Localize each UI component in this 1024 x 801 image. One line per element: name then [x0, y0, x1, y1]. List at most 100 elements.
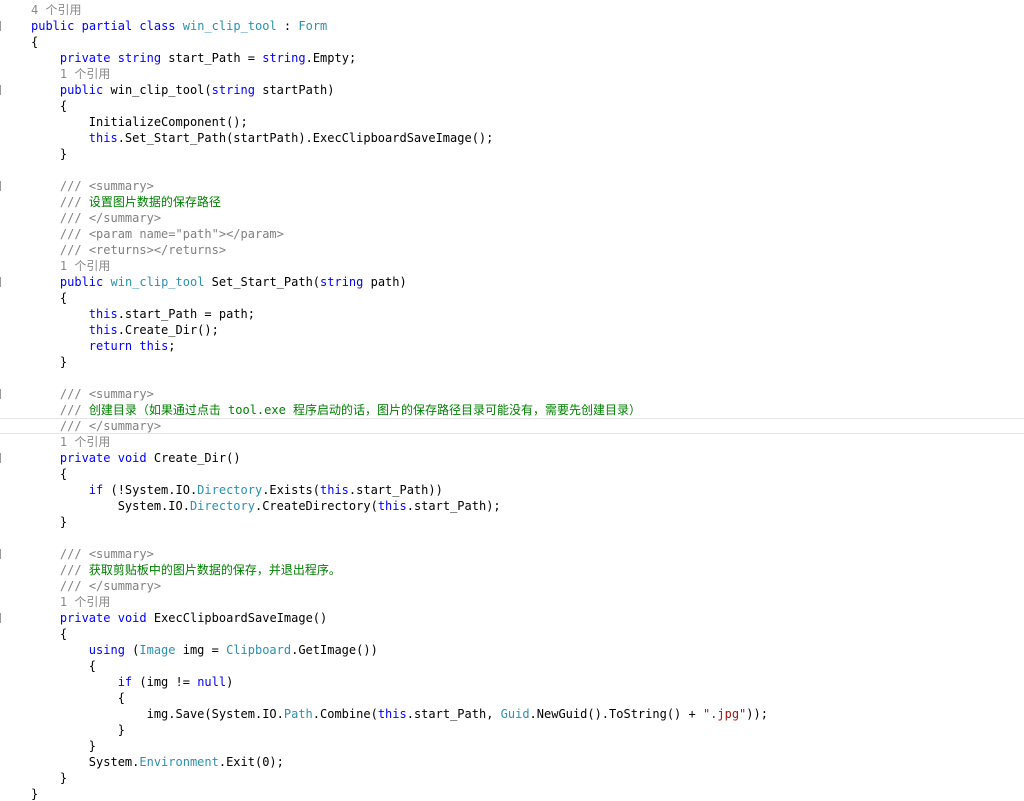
code-text: .Empty; [305, 51, 357, 65]
comment-line[interactable]: /// <summary> [0, 178, 1024, 194]
reference-count-link[interactable]: 1 个引用 [60, 67, 110, 81]
fold-marker-icon[interactable] [0, 453, 1, 463]
code-line[interactable]: } [0, 146, 1024, 162]
reference-count-link[interactable]: 1 个引用 [60, 595, 110, 609]
code-line[interactable]: { [0, 34, 1024, 50]
fold-marker-icon[interactable] [0, 21, 1, 31]
code-text: InitializeComponent(); [31, 115, 248, 129]
code-line[interactable]: img.Save(System.IO.Path.Combine(this.sta… [0, 706, 1024, 722]
code-line[interactable]: if (img != null) [0, 674, 1024, 690]
keyword-token: if [88, 483, 104, 497]
comment-line[interactable]: /// <param name="path"></param> [0, 226, 1024, 242]
code-line[interactable]: { [0, 98, 1024, 114]
fold-marker-icon[interactable] [0, 389, 1, 399]
code-line[interactable]: } [0, 770, 1024, 786]
code-line[interactable]: { [0, 466, 1024, 482]
code-line[interactable]: return this; [0, 338, 1024, 354]
code-text: } [31, 787, 39, 801]
comment-line[interactable]: /// 设置图片数据的保存路径 [0, 194, 1024, 210]
code-editor[interactable]: 4 个引用 public partial class win_clip_tool … [0, 0, 1024, 801]
code-line[interactable]: private void Create_Dir() [0, 450, 1024, 466]
fold-marker-icon[interactable] [0, 181, 1, 191]
line-content: /// 创建目录（如果通过点击 tool.exe 程序启动的话，图片的保存路径目… [31, 402, 641, 418]
code-line[interactable]: { [0, 658, 1024, 674]
reference-count-link[interactable]: 4 个引用 [31, 3, 81, 17]
code-line[interactable]: { [0, 690, 1024, 706]
type-token: Environment [139, 755, 219, 769]
code-line[interactable]: } [0, 354, 1024, 370]
codelens-line[interactable]: 4 个引用 [0, 2, 1024, 18]
comment-line[interactable]: /// 获取剪贴板中的图片数据的保存，并退出程序。 [0, 562, 1024, 578]
codelens-line[interactable]: 1 个引用 [0, 258, 1024, 274]
code-text: (img != [132, 675, 198, 689]
fold-marker-icon[interactable] [0, 549, 1, 559]
code-text: { [31, 291, 68, 305]
comment-line[interactable]: /// </summary> [0, 418, 1024, 434]
code-text: ( [124, 643, 140, 657]
code-line[interactable]: { [0, 626, 1024, 642]
blank-line[interactable] [0, 530, 1024, 546]
fold-marker-icon[interactable] [0, 85, 1, 95]
code-line[interactable]: this.Set_Start_Path(startPath).ExecClipb… [0, 130, 1024, 146]
comment-line[interactable]: /// <summary> [0, 546, 1024, 562]
blank-line[interactable] [0, 370, 1024, 386]
code-line[interactable]: } [0, 738, 1024, 754]
line-content: { [31, 626, 67, 642]
code-line[interactable]: public win_clip_tool Set_Start_Path(stri… [0, 274, 1024, 290]
code-line[interactable]: public partial class win_clip_tool : For… [0, 18, 1024, 34]
comment-line[interactable]: /// </summary> [0, 210, 1024, 226]
code-line[interactable]: using (Image img = Clipboard.GetImage()) [0, 642, 1024, 658]
line-content: this.Create_Dir(); [31, 322, 219, 338]
code-line[interactable]: } [0, 786, 1024, 801]
type-token: Form [298, 19, 328, 33]
reference-count-link[interactable]: 1 个引用 [60, 435, 110, 449]
reference-count-link[interactable]: 1 个引用 [60, 259, 110, 273]
code-line[interactable]: private void ExecClipboardSaveImage() [0, 610, 1024, 626]
comment-line[interactable]: /// 创建目录（如果通过点击 tool.exe 程序启动的话，图片的保存路径目… [0, 402, 1024, 418]
code-line[interactable]: this.start_Path = path; [0, 306, 1024, 322]
code-line[interactable]: } [0, 514, 1024, 530]
keyword-token: private [59, 51, 111, 65]
line-content: /// 获取剪贴板中的图片数据的保存，并退出程序。 [31, 562, 341, 578]
line-content: System.Environment.Exit(0); [31, 754, 284, 770]
comment-line[interactable]: /// </summary> [0, 578, 1024, 594]
code-line[interactable]: } [0, 722, 1024, 738]
code-line[interactable]: this.Create_Dir(); [0, 322, 1024, 338]
fold-marker-icon[interactable] [0, 613, 1, 623]
line-content: InitializeComponent(); [31, 114, 248, 130]
comment-line[interactable]: /// <summary> [0, 386, 1024, 402]
comment-line[interactable]: /// <returns></returns> [0, 242, 1024, 258]
code-line[interactable]: public win_clip_tool(string startPath) [0, 82, 1024, 98]
code-text: { [31, 627, 68, 641]
codelens-line[interactable]: 1 个引用 [0, 434, 1024, 450]
fold-marker-icon[interactable] [0, 277, 1, 287]
code-line[interactable]: { [0, 290, 1024, 306]
code-line[interactable]: private string start_Path = string.Empty… [0, 50, 1024, 66]
line-content: if (img != null) [31, 674, 234, 690]
codelens-line[interactable]: 1 个引用 [0, 66, 1024, 82]
code-text: .Exists( [262, 483, 320, 497]
code-line[interactable]: if (!System.IO.Directory.Exists(this.sta… [0, 482, 1024, 498]
type-token: Clipboard [226, 643, 292, 657]
code-line[interactable]: InitializeComponent(); [0, 114, 1024, 130]
comment-text: 设置图片数据的保存路径 [88, 195, 221, 209]
line-content: public win_clip_tool(string startPath) [31, 82, 335, 98]
codelens-line[interactable]: 1 个引用 [0, 594, 1024, 610]
code-line[interactable]: System.IO.Directory.CreateDirectory(this… [0, 498, 1024, 514]
code-text: .start_Path, [406, 707, 501, 721]
line-content: { [31, 98, 67, 114]
code-text: .Set_Start_Path(startPath).ExecClipboard… [117, 131, 494, 145]
doc-comment-token: </summary> [88, 211, 162, 225]
line-content: return this; [31, 338, 176, 354]
code-line[interactable]: System.Environment.Exit(0); [0, 754, 1024, 770]
code-text: img.Save(System.IO. [31, 707, 284, 721]
code-text: ) [226, 675, 234, 689]
blank-line[interactable] [0, 162, 1024, 178]
